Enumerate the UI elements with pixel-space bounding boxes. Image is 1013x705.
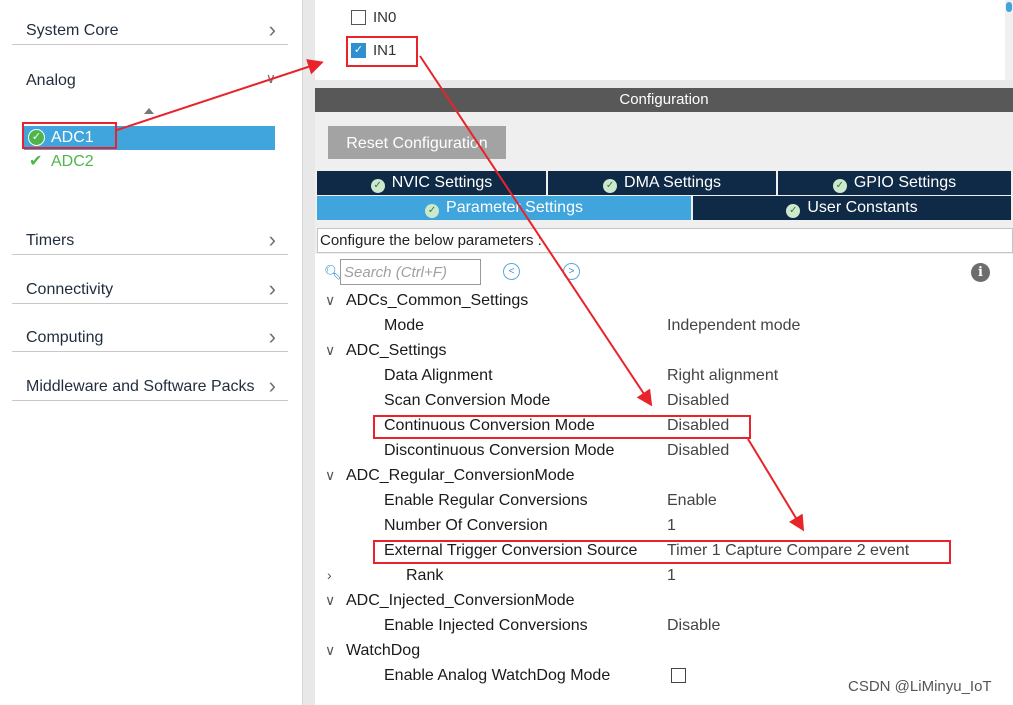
param-row[interactable]: Data Alignment Right alignment <box>315 365 1005 390</box>
tab-gpio-settings[interactable]: ✓ GPIO Settings <box>778 171 1011 195</box>
check-circle-icon: ✓ <box>832 179 847 193</box>
next-result-icon[interactable]: > <box>563 263 580 280</box>
category-system-core[interactable]: System Core › <box>12 15 288 45</box>
chevron-right-icon: › <box>268 373 276 398</box>
param-name: Enable Regular Conversions <box>384 492 588 509</box>
channel-list: IN0 ✓ IN1 <box>315 0 1005 80</box>
highlight-box <box>373 540 951 564</box>
tab-nvic-settings[interactable]: ✓ NVIC Settings <box>317 171 546 195</box>
highlight-box <box>346 36 418 67</box>
category-middleware[interactable]: Middleware and Software Packs › <box>12 371 288 401</box>
param-group-adc-regular[interactable]: ∨ ADC_Regular_ConversionMode <box>315 465 1005 490</box>
category-label: Timers <box>26 232 75 249</box>
check-circle-icon: ✓ <box>786 204 801 218</box>
expand-down-icon[interactable]: ∨ <box>325 592 335 609</box>
param-value[interactable]: Disabled <box>667 442 729 460</box>
param-value[interactable]: Enable <box>667 492 717 510</box>
group-label: ADCs_Common_Settings <box>346 292 529 309</box>
param-name: Discontinuous Conversion Mode <box>384 442 615 459</box>
param-row[interactable]: Enable Regular Conversions Enable <box>315 490 1005 515</box>
param-group-watchdog[interactable]: ∨ WatchDog <box>315 640 1005 665</box>
watermark: CSDN @LiMinyu_IoT <box>848 678 992 695</box>
tab-label: Parameter Settings <box>446 199 583 216</box>
param-name: Rank <box>406 567 444 584</box>
tab-label: User Constants <box>807 199 918 216</box>
chevron-right-icon: › <box>268 227 276 252</box>
separator <box>315 80 1013 88</box>
expand-right-icon[interactable]: › <box>327 567 332 583</box>
highlight-box <box>373 415 751 439</box>
tab-label: GPIO Settings <box>853 174 957 191</box>
category-timers[interactable]: Timers › <box>12 225 288 255</box>
expand-down-icon[interactable]: ∨ <box>325 292 335 309</box>
tab-label: NVIC Settings <box>391 174 493 191</box>
param-subgroup-rank[interactable]: › Rank 1 <box>315 565 1005 590</box>
tab-parameter-settings[interactable]: ✓ Parameter Settings <box>317 196 691 220</box>
category-label: Analog <box>26 72 76 89</box>
param-value[interactable]: 1 <box>667 517 676 535</box>
chevron-right-icon: › <box>268 276 276 301</box>
highlight-box <box>22 122 117 149</box>
param-row[interactable]: Discontinuous Conversion Mode Disabled <box>315 440 1005 465</box>
chevron-right-icon: › <box>268 324 276 349</box>
check-circle-icon: ✓ <box>603 179 618 193</box>
param-value[interactable]: Right alignment <box>667 367 778 385</box>
param-group-adc-settings[interactable]: ∨ ADC_Settings <box>315 340 1005 365</box>
group-label: ADC_Settings <box>346 342 447 359</box>
param-name: Enable Analog WatchDog Mode <box>384 667 611 684</box>
check-icon: ✔ <box>29 153 43 170</box>
search-input[interactable] <box>340 259 481 285</box>
param-value[interactable]: Independent mode <box>667 317 800 335</box>
param-name: Scan Conversion Mode <box>384 392 551 409</box>
category-panel: System Core › Analog ∨ ✓ ADC1 ✔ ADC2 Tim… <box>0 0 302 705</box>
param-value[interactable]: 1 <box>667 567 676 585</box>
configuration-header: Configuration <box>315 88 1013 112</box>
collapse-arrow-icon[interactable] <box>144 108 154 114</box>
chevron-down-icon: ∨ <box>265 70 276 86</box>
param-name: Number Of Conversion <box>384 517 548 534</box>
param-name: Enable Injected Conversions <box>384 617 588 634</box>
category-label: Middleware and Software Packs <box>26 378 255 395</box>
scrollbar[interactable] <box>1005 0 1013 80</box>
param-value[interactable]: Disable <box>667 617 720 635</box>
panel-splitter[interactable] <box>302 0 315 705</box>
group-label: WatchDog <box>346 642 421 659</box>
param-group-adc-injected[interactable]: ∨ ADC_Injected_ConversionMode <box>315 590 1005 615</box>
param-name: Mode <box>384 317 425 334</box>
checkbox[interactable] <box>671 668 686 683</box>
param-value[interactable]: Disabled <box>667 392 729 410</box>
channel-label: IN0 <box>373 9 397 26</box>
check-circle-icon: ✓ <box>370 179 385 193</box>
expand-down-icon[interactable]: ∨ <box>325 342 335 359</box>
chevron-right-icon: › <box>268 17 276 42</box>
analog-item-label: ADC2 <box>51 153 94 170</box>
analog-item-adc2[interactable]: ✔ ADC2 <box>24 150 275 174</box>
checkbox[interactable] <box>351 10 366 25</box>
configuration-description: Configure the below parameters : <box>317 228 1013 253</box>
expand-down-icon[interactable]: ∨ <box>325 467 335 484</box>
param-row[interactable]: Mode Independent mode <box>315 315 1005 340</box>
param-row[interactable]: Number Of Conversion 1 <box>315 515 1005 540</box>
category-label: Computing <box>26 329 104 346</box>
category-label: System Core <box>26 22 119 39</box>
param-group-adcs-common[interactable]: ∨ ADCs_Common_Settings <box>315 290 1005 315</box>
param-row[interactable]: Scan Conversion Mode Disabled <box>315 390 1005 415</box>
info-icon[interactable]: i <box>971 263 990 282</box>
param-row[interactable]: Enable Injected Conversions Disable <box>315 615 1005 640</box>
param-name: Data Alignment <box>384 367 493 384</box>
tab-label: DMA Settings <box>624 174 721 191</box>
check-circle-icon: ✓ <box>425 204 440 218</box>
previous-result-icon[interactable]: < <box>503 263 520 280</box>
category-analog[interactable]: Analog ∨ <box>12 64 288 94</box>
reset-configuration-button[interactable]: Reset Configuration <box>328 126 506 159</box>
category-connectivity[interactable]: Connectivity › <box>12 274 288 304</box>
expand-down-icon[interactable]: ∨ <box>325 642 335 659</box>
category-computing[interactable]: Computing › <box>12 322 288 352</box>
tab-user-constants[interactable]: ✓ User Constants <box>693 196 1011 220</box>
group-label: ADC_Regular_ConversionMode <box>346 467 575 484</box>
tab-dma-settings[interactable]: ✓ DMA Settings <box>548 171 776 195</box>
group-label: ADC_Injected_ConversionMode <box>346 592 575 609</box>
category-label: Connectivity <box>26 281 114 298</box>
